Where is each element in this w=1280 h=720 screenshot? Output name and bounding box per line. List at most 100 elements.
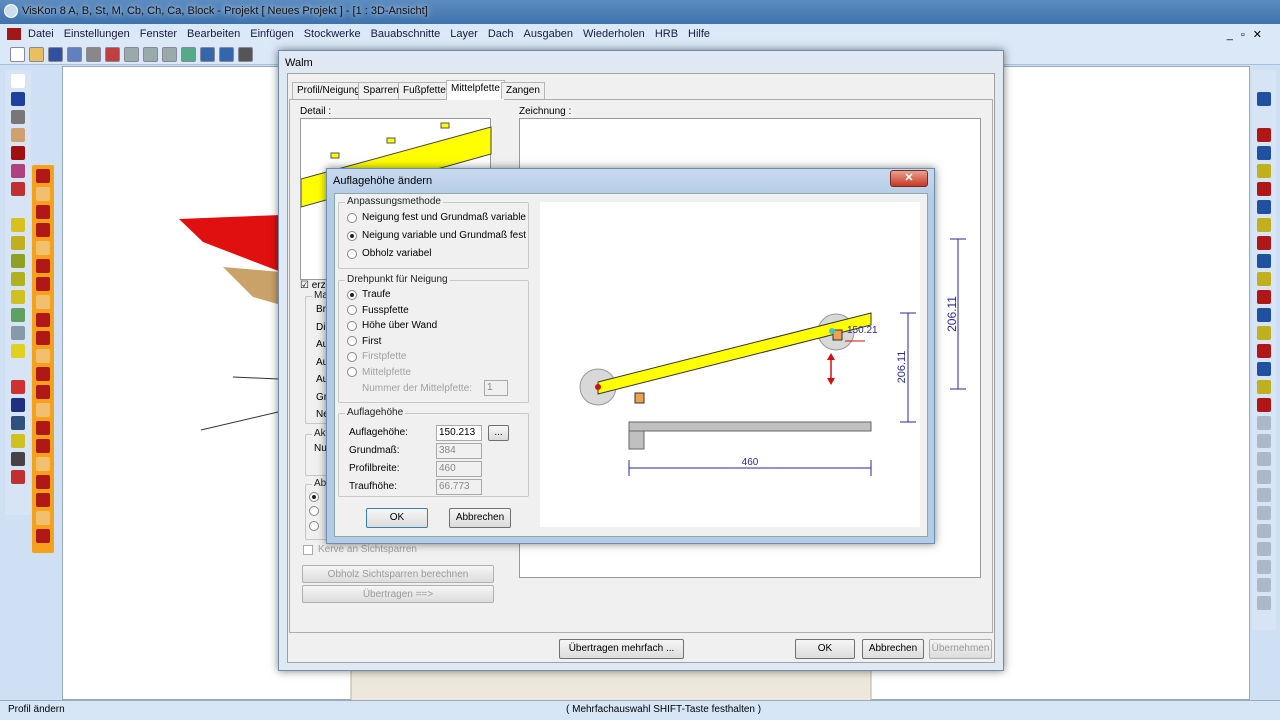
view-tool-icon-7[interactable] — [1257, 200, 1271, 214]
tool-icon-18[interactable] — [11, 398, 25, 412]
view-tool-icon-11[interactable] — [1257, 272, 1271, 286]
redo-icon[interactable] — [219, 47, 234, 62]
undo-icon[interactable] — [200, 47, 215, 62]
tool-icon-5[interactable] — [11, 164, 25, 178]
tool-icon-15[interactable] — [11, 344, 25, 358]
menu-10[interactable]: Wiederholen — [578, 24, 650, 44]
ok-button[interactable]: OK — [366, 508, 428, 528]
view-tool-icon-9[interactable] — [1257, 236, 1271, 250]
mittelpfette-spinner[interactable]: 1 — [484, 380, 508, 396]
zoom-in-icon[interactable] — [124, 47, 139, 62]
tool-icon-20[interactable] — [11, 434, 25, 448]
walm-ok-button[interactable]: OK — [795, 639, 855, 659]
roof-tool-icon-2[interactable] — [36, 205, 50, 219]
roof-tool-icon-16[interactable] — [36, 457, 50, 471]
tool-icon-13[interactable] — [11, 308, 25, 322]
tab-sparren[interactable]: Sparren — [358, 82, 404, 99]
tab-profil-neigung[interactable]: Profil/Neigung — [292, 82, 365, 99]
method-radio-1[interactable]: Neigung variable und Grundmaß fest — [347, 230, 526, 241]
obholz-berechnen-button[interactable]: Obholz Sichtsparren berechnen — [302, 565, 494, 583]
view-tool-icon-23[interactable] — [1257, 488, 1271, 502]
roof-tool-icon-1[interactable] — [36, 187, 50, 201]
view-tool-icon-14[interactable] — [1257, 326, 1271, 340]
tool-icon-10[interactable] — [11, 254, 25, 268]
method-radio-0[interactable]: Neigung fest und Grundmaß variable — [347, 212, 526, 223]
menu-9[interactable]: Ausgaben — [519, 24, 579, 44]
crosshair-icon[interactable] — [238, 47, 253, 62]
view-tool-icon-3[interactable] — [1257, 128, 1271, 142]
view-tool-icon-6[interactable] — [1257, 182, 1271, 196]
view-tool-icon-8[interactable] — [1257, 218, 1271, 232]
menu-5[interactable]: Stockwerke — [299, 24, 366, 44]
tool-icon-21[interactable] — [11, 452, 25, 466]
view-tool-icon-22[interactable] — [1257, 470, 1271, 484]
roof-tool-icon-17[interactable] — [36, 475, 50, 489]
view-tool-icon-20[interactable] — [1257, 434, 1271, 448]
app-menu-icon[interactable] — [7, 28, 21, 40]
tab-mittelpfette[interactable]: Mittelpfette — [446, 80, 505, 100]
roof-tool-icon-12[interactable] — [36, 385, 50, 399]
field-value-0[interactable]: 150.213 — [436, 425, 482, 441]
roof-tool-icon-0[interactable] — [36, 169, 50, 183]
uebertragen-button[interactable]: Übertragen ==> — [302, 585, 494, 603]
menu-1[interactable]: Einstellungen — [59, 24, 135, 44]
roof-tool-icon-6[interactable] — [36, 277, 50, 291]
tab-fußpfette[interactable]: Fußpfette — [398, 82, 451, 99]
menu-0[interactable]: Datei — [23, 24, 59, 44]
tool-icon-12[interactable] — [11, 290, 25, 304]
menu-7[interactable]: Layer — [445, 24, 483, 44]
print-icon[interactable] — [86, 47, 101, 62]
pivot-radio-4[interactable]: Firstpfette — [347, 351, 406, 362]
cancel-button[interactable]: Abbrechen — [449, 508, 511, 528]
pivot-radio-5[interactable]: Mittelpfette — [347, 367, 411, 378]
menu-6[interactable]: Bauabschnitte — [366, 24, 446, 44]
tool-icon-3[interactable] — [11, 128, 25, 142]
roof-tool-icon-3[interactable] — [36, 223, 50, 237]
window-controls[interactable]: _▫✕ — [1227, 28, 1270, 41]
view-tool-icon-17[interactable] — [1257, 380, 1271, 394]
tool-icon-17[interactable] — [11, 380, 25, 394]
roof-tool-icon-8[interactable] — [36, 313, 50, 327]
tool-icon-2[interactable] — [11, 110, 25, 124]
tool-icon-22[interactable] — [11, 470, 25, 484]
roof-tool-icon-4[interactable] — [36, 241, 50, 255]
tool-icon-14[interactable] — [11, 326, 25, 340]
walm-cancel-button[interactable]: Abbrechen — [862, 639, 924, 659]
roof-tool-icon-13[interactable] — [36, 403, 50, 417]
pivot-radio-1[interactable]: Fusspfette — [347, 305, 409, 316]
menu-8[interactable]: Dach — [483, 24, 519, 44]
view-tool-icon-19[interactable] — [1257, 416, 1271, 430]
open-icon[interactable] — [29, 47, 44, 62]
view-tool-icon-16[interactable] — [1257, 362, 1271, 376]
tool-icon-4[interactable] — [11, 146, 25, 160]
roof-tool-icon-18[interactable] — [36, 493, 50, 507]
pivot-radio-3[interactable]: First — [347, 336, 381, 347]
view-tool-icon-21[interactable] — [1257, 452, 1271, 466]
view-tool-icon-15[interactable] — [1257, 344, 1271, 358]
view-tool-icon-25[interactable] — [1257, 524, 1271, 538]
tool-icon-6[interactable] — [11, 182, 25, 196]
roof-tool-icon-7[interactable] — [36, 295, 50, 309]
tool-icon-0[interactable] — [11, 74, 25, 88]
pivot-radio-0[interactable]: Traufe — [347, 289, 391, 300]
roof-tool-icon-14[interactable] — [36, 421, 50, 435]
menu-3[interactable]: Bearbeiten — [182, 24, 245, 44]
menu-11[interactable]: HRB — [650, 24, 683, 44]
zoom-out-icon[interactable] — [143, 47, 158, 62]
walm-apply-button[interactable]: Übernehmen — [929, 639, 992, 659]
menu-4[interactable]: Einfügen — [245, 24, 298, 44]
roof-tool-icon-20[interactable] — [36, 529, 50, 543]
save-all-icon[interactable] — [67, 47, 82, 62]
print-preview-icon[interactable] — [105, 47, 120, 62]
zoom-fit-icon[interactable] — [181, 47, 196, 62]
menu-2[interactable]: Fenster — [135, 24, 182, 44]
menu-12[interactable]: Hilfe — [683, 24, 715, 44]
new-icon[interactable] — [10, 47, 25, 62]
tool-icon-1[interactable] — [11, 92, 25, 106]
roof-tool-icon-10[interactable] — [36, 349, 50, 363]
view-tool-icon-5[interactable] — [1257, 164, 1271, 178]
tool-icon-19[interactable] — [11, 416, 25, 430]
view-tool-icon-10[interactable] — [1257, 254, 1271, 268]
tool-icon-8[interactable] — [11, 218, 25, 232]
view-tool-icon-24[interactable] — [1257, 506, 1271, 520]
